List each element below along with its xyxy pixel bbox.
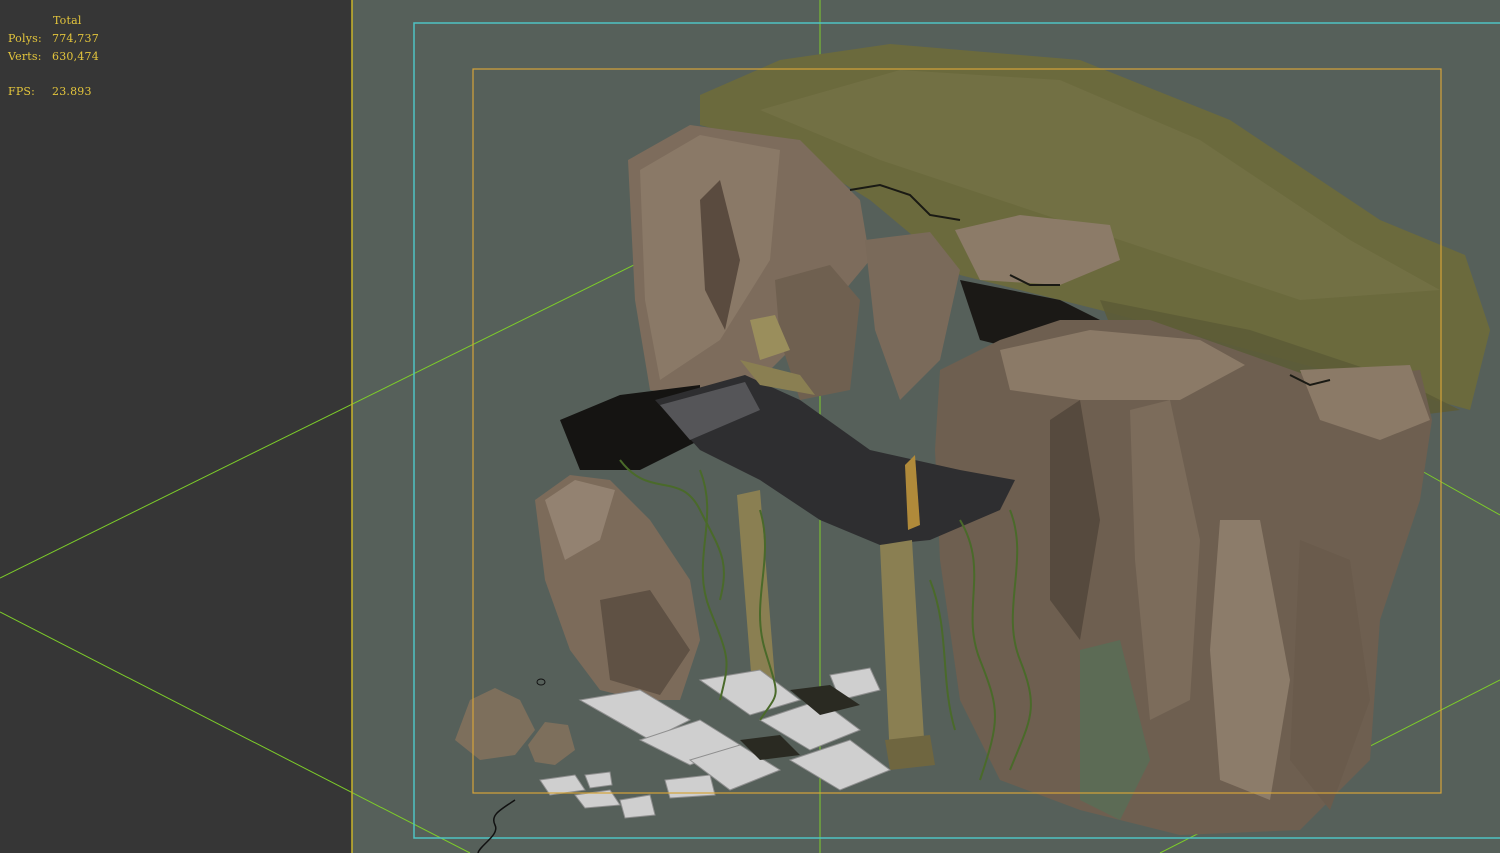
- fps-label: FPS:: [8, 85, 36, 98]
- fps-value: 23.893: [52, 85, 92, 98]
- viewport-statistics: Total Polys: 774,737 Verts: 630,474 FPS:…: [8, 12, 99, 101]
- polys-value: 774,737: [52, 32, 99, 45]
- polys-label: Polys:: [8, 32, 42, 45]
- verts-value: 630,474: [52, 50, 99, 63]
- viewport[interactable]: Total Polys: 774,737 Verts: 630,474 FPS:…: [0, 0, 1500, 853]
- verts-label: Verts:: [8, 50, 42, 63]
- stats-title: Total: [53, 14, 82, 27]
- perspective-viewport[interactable]: [0, 0, 1500, 853]
- viewport-left-region: [0, 0, 352, 853]
